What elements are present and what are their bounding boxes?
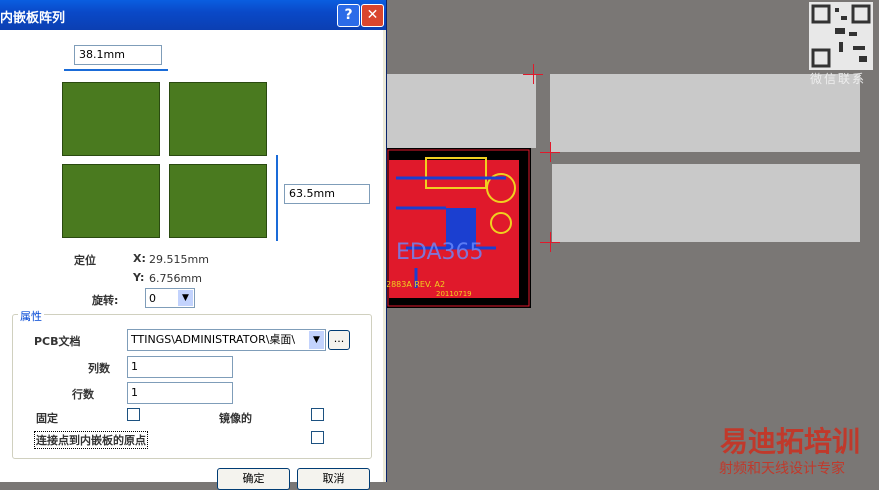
board-preview [169, 82, 267, 156]
board-preview [62, 164, 160, 238]
qr-caption: 微信联系 [810, 72, 867, 86]
rotation-label: 旋转: [92, 294, 119, 307]
pcb-doc-label: PCB文档 [34, 335, 81, 348]
ok-button[interactable]: 确定 [217, 468, 290, 490]
position-y-value: 6.756mm [149, 272, 202, 285]
height-dimension-arrow [276, 155, 278, 241]
board-outline-bottom-right [552, 164, 860, 242]
width-dimension-arrow [64, 69, 168, 71]
rows-label: 行数 [72, 388, 94, 401]
pcb-doc-value: TTINGS\ADMINISTRATOR\桌面\ [131, 333, 296, 346]
cancel-button[interactable]: 取消 [297, 468, 370, 490]
rotation-select[interactable]: 0 ▼ [145, 288, 195, 308]
board-outline-top-left [386, 74, 536, 148]
help-button[interactable]: ? [337, 4, 360, 27]
qr-code-image [809, 2, 873, 70]
rows-input[interactable]: 1 [127, 382, 233, 404]
brand-watermark: 易迪拓培训 [720, 425, 861, 458]
embedded-board-array-dialog: 内嵌板阵列 ? ✕ 38.1mm 63.5mm 定位 X: 29.515mm Y… [0, 0, 387, 490]
columns-input[interactable]: 1 [127, 356, 233, 378]
pcb-silkscreen-rev: 2883A REV. A2 [386, 280, 446, 289]
pcb-board: EDA365 2883A REV. A2 20110719 [386, 148, 531, 308]
rotation-value: 0 [149, 292, 156, 305]
chevron-down-icon[interactable]: ▼ [178, 290, 193, 306]
position-y-label: Y: [133, 271, 145, 284]
browse-button[interactable]: ... [328, 330, 350, 350]
mirror-checkbox[interactable] [311, 408, 324, 421]
close-button[interactable]: ✕ [361, 4, 384, 27]
columns-label: 列数 [88, 362, 110, 375]
mirror-label: 镜像的 [219, 412, 252, 425]
fixed-label: 固定 [36, 412, 58, 425]
pcb-silkscreen-logo: EDA365 [396, 240, 484, 265]
width-measure-field[interactable]: 38.1mm [74, 45, 162, 65]
brand-tagline: 射频和天线设计专家 [719, 461, 845, 477]
board-preview [62, 82, 160, 156]
position-label: 定位 [74, 254, 96, 267]
properties-group-label: 属性 [18, 308, 44, 324]
pcb-silkscreen-date: 20110719 [436, 290, 472, 298]
dialog-titlebar[interactable]: 内嵌板阵列 ? ✕ [0, 0, 386, 30]
pcb-doc-select[interactable]: TTINGS\ADMINISTRATOR\桌面\ ▼ [127, 329, 326, 351]
position-x-label: X: [133, 252, 146, 265]
chevron-down-icon[interactable]: ▼ [309, 331, 324, 349]
height-measure-field[interactable]: 63.5mm [284, 184, 370, 204]
connect-origin-label: 连接点到内嵌板的原点 [34, 431, 148, 449]
position-x-value: 29.515mm [149, 253, 209, 266]
connect-origin-checkbox[interactable] [311, 431, 324, 444]
board-preview [169, 164, 267, 238]
fixed-checkbox[interactable] [127, 408, 140, 421]
dialog-title: 内嵌板阵列 [0, 11, 66, 26]
